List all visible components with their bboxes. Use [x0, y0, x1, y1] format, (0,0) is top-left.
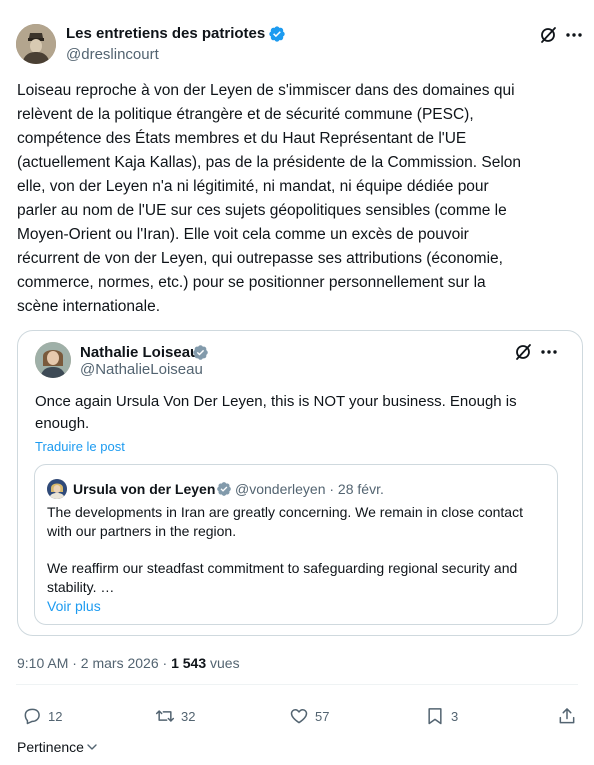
- show-more-link[interactable]: Voir plus: [47, 596, 101, 616]
- author-avatar[interactable]: [16, 24, 56, 64]
- share-button[interactable]: [557, 705, 577, 727]
- quoted-author-handle[interactable]: @NathalieLoiseau: [80, 360, 203, 380]
- nested-author-handle-date[interactable]: @vonderleyen · 28 févr.: [235, 479, 384, 499]
- reply-count: 12: [48, 708, 63, 724]
- verified-badge-icon: [268, 25, 286, 43]
- reply-button[interactable]: 12: [22, 705, 62, 727]
- more-options-icon[interactable]: [563, 24, 585, 46]
- like-button[interactable]: 57: [289, 705, 329, 727]
- repost-count: 32: [181, 708, 196, 724]
- sort-label: Pertinence: [17, 739, 84, 755]
- verified-badge-gray-icon: [192, 344, 209, 361]
- verified-badge-gray-icon: [216, 481, 232, 497]
- bookmark-icon: [428, 708, 442, 725]
- nested-post-text-paragraph-1: The developments in Iran are greatly con…: [47, 504, 523, 539]
- grok-icon[interactable]: [513, 342, 533, 362]
- nested-author-name[interactable]: Ursula von der Leyen: [73, 479, 215, 499]
- post-container: Les entretiens des patriotes @dreslincou…: [0, 0, 594, 765]
- post-timestamp[interactable]: 9:10 AM · 2 mars 2026 ·: [17, 655, 171, 671]
- quoted-author-avatar[interactable]: [35, 342, 71, 378]
- sort-relevance-dropdown[interactable]: Pertinence: [17, 737, 98, 757]
- repost-icon: [155, 710, 175, 722]
- views-label: vues: [206, 655, 240, 671]
- repost-button[interactable]: 32: [155, 705, 195, 727]
- reply-icon: [24, 708, 40, 725]
- grok-icon[interactable]: [538, 25, 558, 45]
- nested-post-text-paragraph-2: We reaffirm our steadfast commitment to …: [47, 560, 518, 595]
- nested-quoted-post-card[interactable]: Ursula von der Leyen @vonderleyen · 28 f…: [34, 464, 558, 625]
- chevron-down-icon: [87, 744, 97, 750]
- author-handle[interactable]: @dreslincourt: [66, 45, 159, 65]
- divider: [16, 684, 578, 685]
- bookmark-button[interactable]: 3: [425, 705, 458, 727]
- views-count: 1 543: [171, 655, 207, 671]
- quoted-post-text: Once again Ursula Von Der Leyen, this is…: [35, 393, 517, 432]
- like-count: 57: [315, 708, 330, 724]
- author-name[interactable]: Les entretiens des patriotes: [66, 24, 265, 44]
- bookmark-count: 3: [451, 708, 459, 724]
- nested-author-avatar[interactable]: [47, 479, 67, 499]
- share-icon: [559, 708, 575, 724]
- heart-icon: [290, 709, 308, 724]
- quoted-post-card[interactable]: Nathalie Loiseau @NathalieLoiseau Once a…: [17, 330, 583, 636]
- more-options-icon[interactable]: [538, 341, 560, 363]
- post-meta: 9:10 AM · 2 mars 2026 · 1 543 vues: [17, 653, 240, 673]
- post-text: Loiseau reproche à von der Leyen de s'im…: [17, 82, 522, 315]
- translate-post-link[interactable]: Traduire le post: [35, 438, 125, 456]
